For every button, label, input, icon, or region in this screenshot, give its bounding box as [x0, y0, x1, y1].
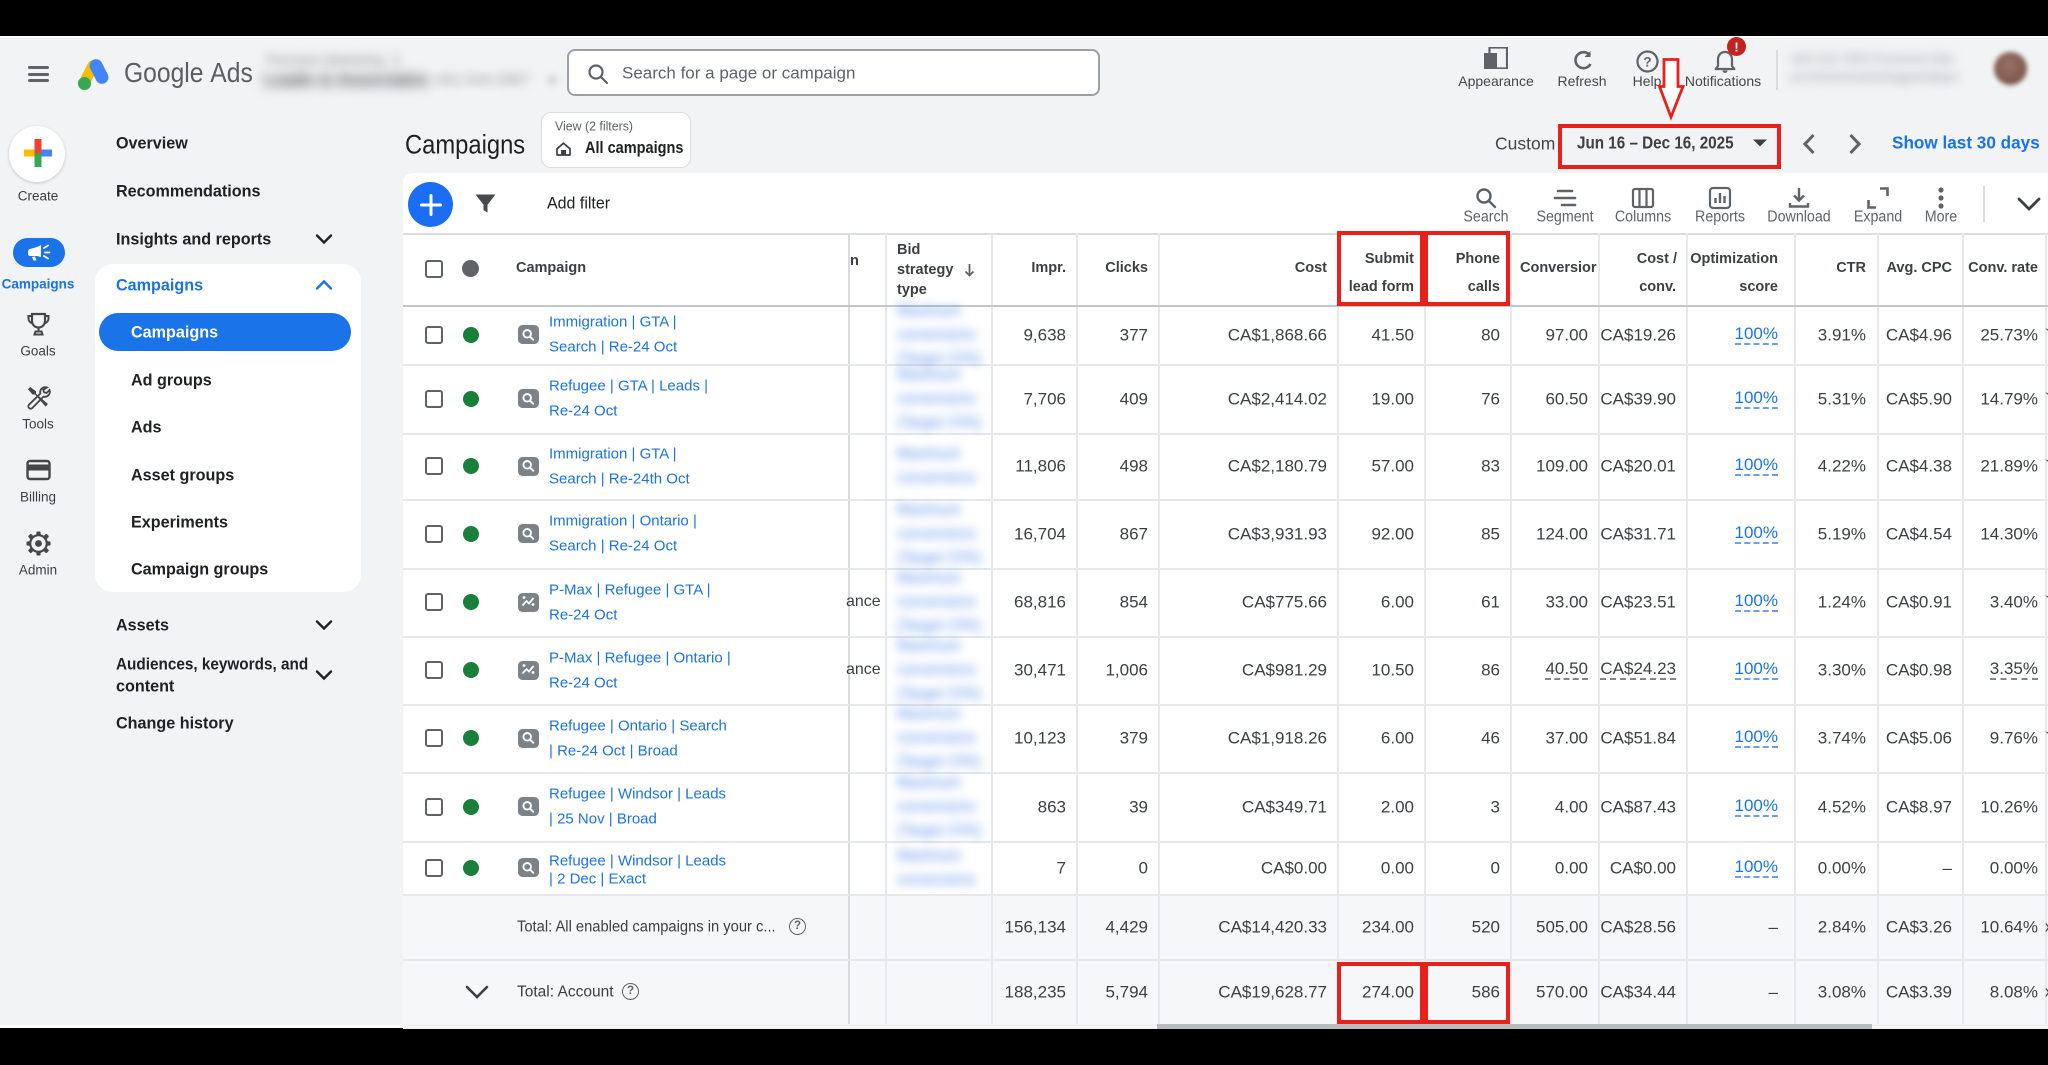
svg-text:?: ? [1643, 55, 1651, 70]
